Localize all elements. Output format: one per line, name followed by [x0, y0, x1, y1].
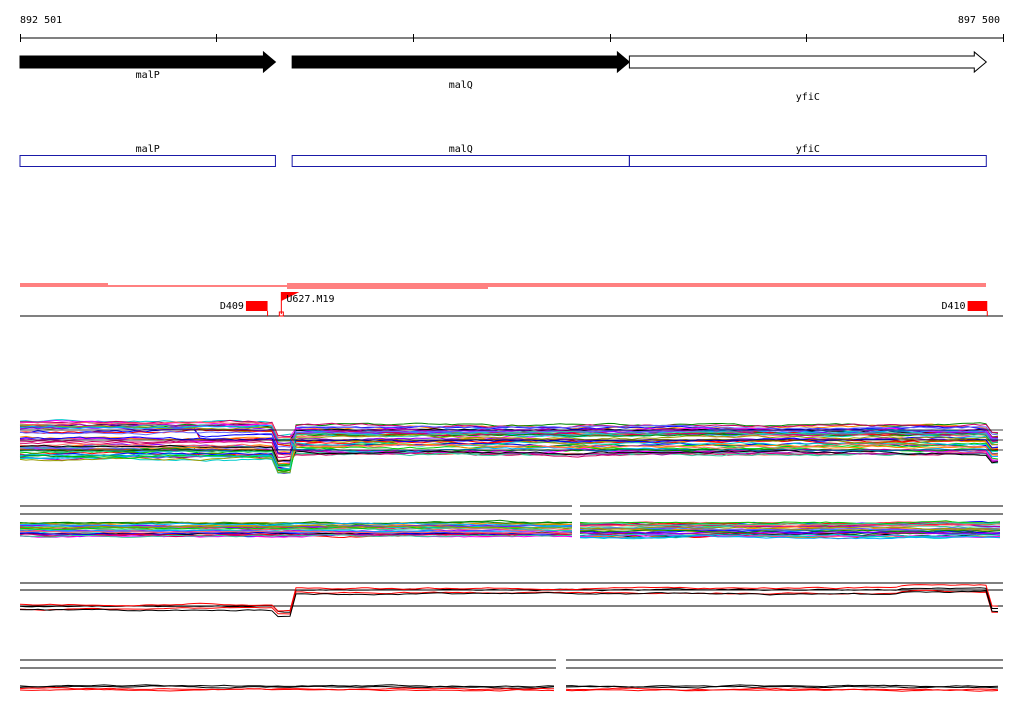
gene-label: yfiC [796, 92, 820, 103]
gene-label: malP [136, 70, 160, 81]
gene-label: malQ [449, 80, 473, 91]
gene-arrow [19, 50, 277, 74]
transcript-label: malQ [449, 144, 473, 155]
feature-marks: D409 U627.M19 D410 [220, 292, 988, 317]
feature-label: D410 [942, 301, 966, 312]
signal-track-1 [19, 419, 1003, 475]
transcript-label: yfiC [796, 144, 820, 155]
feature-label: U627.M19 [286, 294, 334, 305]
feature-label: D409 [220, 301, 244, 312]
ruler-end-label: 897 500 [958, 15, 1000, 26]
coordinate-ruler: 892 501 897 500 [20, 15, 1004, 42]
genome-browser-view: 892 501 897 500 malP malQ yfiC malP malQ yfi… [19, 15, 1004, 692]
gene-track: malP malQ yfiC [19, 50, 988, 103]
feature-block [967, 301, 988, 311]
ruler-start-label: 892 501 [20, 15, 62, 26]
transcript-label: malP [136, 144, 160, 155]
signal-track-4 [19, 659, 1003, 692]
transcript-box [628, 155, 987, 167]
transcript-track: malP malQ yfiC [19, 144, 987, 167]
signal-trace [19, 590, 999, 618]
signal-tracks [19, 419, 1003, 692]
feature-track: D409 U627.M19 D410 [20, 283, 1003, 317]
signal-track-2 [19, 505, 1003, 540]
transcript-box [291, 155, 630, 167]
feature-block [245, 301, 268, 311]
signal-track-3 [19, 582, 1003, 618]
gene-arrow [291, 50, 631, 74]
gene-arrow [628, 50, 988, 74]
transcript-box [19, 155, 276, 167]
signal-trace [19, 584, 999, 612]
